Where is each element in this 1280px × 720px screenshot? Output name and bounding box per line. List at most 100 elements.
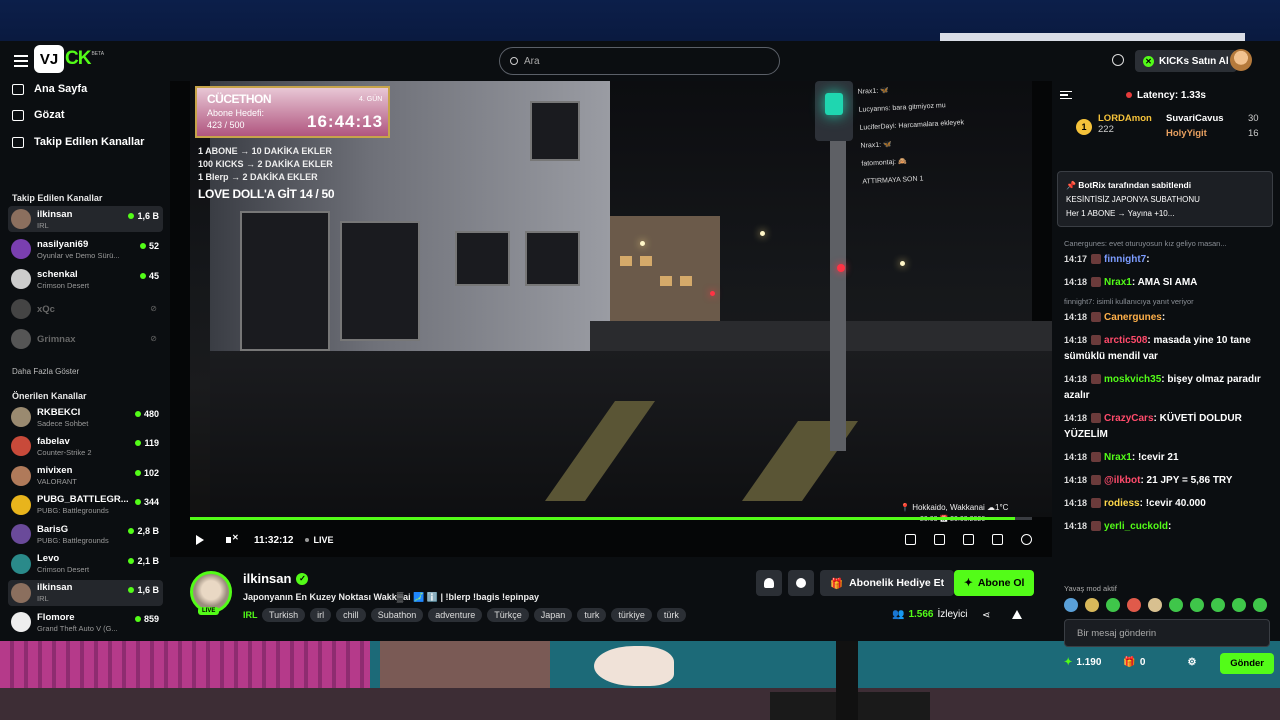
chat-input[interactable]: Bir mesaj gönderin	[1064, 619, 1270, 647]
send-button[interactable]: Gönder	[1220, 653, 1274, 674]
user-avatar[interactable]	[1230, 49, 1252, 71]
chat-message[interactable]: 14:18 moskvich35: bişey olmaz paradır aza…	[1064, 371, 1276, 404]
channel-item[interactable]: ilkinsan IRL 1,6 B	[8, 579, 163, 606]
emote-icon[interactable]	[1211, 598, 1225, 612]
pinned-message[interactable]: 📌 BotRix tarafından sabitlendi KESİNTİSİ…	[1057, 171, 1273, 227]
pip-icon[interactable]	[905, 534, 916, 545]
tag-chip[interactable]: adventure	[428, 608, 483, 622]
message-user[interactable]: rodiess	[1104, 498, 1140, 509]
viewer-count-text: 119	[144, 438, 159, 449]
live-indicator[interactable]: LIVE	[305, 535, 334, 545]
nav-item[interactable]: Ana Sayfa	[12, 83, 87, 95]
chat-message[interactable]: 14:18 CrazyCars: KÜVETİ DOLDUR YÜZELİM	[1064, 410, 1276, 443]
menu-icon[interactable]	[14, 55, 28, 67]
channel-name: ilkinsan	[37, 582, 73, 594]
play-icon[interactable]	[196, 535, 204, 545]
tag-chip[interactable]: Subathon	[370, 608, 424, 622]
report-icon[interactable]	[1012, 610, 1022, 619]
emote-icon[interactable]	[1232, 598, 1246, 612]
tag-chip[interactable]: turk	[577, 608, 607, 622]
buy-kicks-button[interactable]: ✕ KICKs Satın Al	[1135, 50, 1237, 72]
channel-item[interactable]: schenkal Crimson Desert 45	[8, 266, 163, 292]
channel-item[interactable]: Grimnax ⊘	[8, 326, 163, 352]
message-user[interactable]: finnight7	[1104, 254, 1146, 265]
emote-icon[interactable]	[1169, 598, 1183, 612]
kicks-balance-icon[interactable]: ✦	[1064, 657, 1072, 668]
message-user[interactable]: Nrax1	[1104, 452, 1132, 463]
leader-3[interactable]: HolyYigit 16	[1166, 128, 1259, 139]
chat-message[interactable]: 14:18 Nrax1: !cevir 21	[1064, 449, 1276, 466]
video-progress-bar[interactable]	[190, 517, 1032, 520]
tag-chip[interactable]: türk	[656, 608, 686, 622]
chat-message[interactable]: 14:18 arctic508: masada yine 10 tane sümü…	[1064, 332, 1276, 365]
kick-logo[interactable]: VJ CK BETA	[34, 45, 104, 73]
gift-box-icon[interactable]: 🎁	[1123, 657, 1135, 668]
message-user[interactable]: yerli_cuckold	[1104, 521, 1168, 532]
leader-2[interactable]: SuvariCavus 30	[1166, 113, 1259, 124]
message-user[interactable]: moskvich35	[1104, 374, 1161, 385]
emote-icon[interactable]	[1253, 598, 1267, 612]
leader-1[interactable]: LORDAmon 222	[1098, 113, 1152, 135]
message-user[interactable]: CrazyCars	[1104, 413, 1153, 424]
channel-info: ilkinsan IRL	[37, 209, 129, 230]
emote-icon[interactable]	[1085, 598, 1099, 612]
streamer-name[interactable]: ilkinsan ✓	[243, 571, 309, 586]
share-icon[interactable]: ⋖	[982, 610, 990, 621]
chat-message[interactable]: 14:18 @ilkbot: 21 JPY = 5,86 TRY	[1064, 472, 1276, 489]
emote-icon[interactable]	[1127, 598, 1141, 612]
mute-icon[interactable]	[226, 533, 239, 545]
chat-message[interactable]: 14:18 rodiess: !cevir 40.000	[1064, 495, 1276, 512]
tag-chip[interactable]: Turkish	[262, 608, 306, 622]
channel-item[interactable]: mivixen VALORANT 102	[8, 463, 163, 489]
tag-chip[interactable]: Türkçe	[487, 608, 529, 622]
tag-chip[interactable]: irl	[310, 608, 332, 622]
chat-message[interactable]: 14:18 yerli_cuckold:	[1064, 518, 1276, 535]
emote-icon[interactable]	[1064, 598, 1078, 612]
notification-bell-button[interactable]	[756, 570, 782, 596]
nav-item[interactable]: Takip Edilen Kanallar	[12, 136, 144, 148]
category-link[interactable]: IRL	[243, 610, 258, 620]
nav-label: Takip Edilen Kanallar	[34, 136, 145, 148]
tag-chip[interactable]: türkiye	[611, 608, 652, 622]
tag-chip[interactable]: Japan	[533, 608, 573, 622]
channel-item[interactable]: nasilyani69 Oyunlar ve Demo Sürü... 52	[8, 236, 163, 262]
message-time: 14:18	[1064, 312, 1088, 322]
search-input[interactable]	[524, 55, 744, 67]
clip-icon[interactable]	[934, 534, 945, 545]
follow-button[interactable]	[788, 570, 814, 596]
channel-item[interactable]: BarisG PUBG: Battlegrounds 2,8 B	[8, 521, 163, 547]
channel-item[interactable]: Levo Crimson Desert 2,1 B	[8, 551, 163, 577]
latency-text: Latency: 1.33s	[1137, 89, 1206, 101]
tag-chip[interactable]: chill	[336, 608, 366, 622]
settings-icon[interactable]	[1021, 534, 1032, 545]
message-user[interactable]: Canergunes	[1104, 312, 1162, 323]
message-user[interactable]: Nrax1	[1104, 277, 1132, 288]
chat-settings-icon[interactable]: ⚙	[1187, 657, 1196, 668]
channel-item[interactable]: PUBG_BATTLEGR... PUBG: Battlegrounds 344	[8, 492, 163, 518]
video-player[interactable]: CÜCETHON Abone Hedefi: 423 / 500 4. GÜN …	[170, 81, 1052, 557]
channel-item[interactable]: Flomore Grand Theft Auto V (G... 859	[8, 609, 163, 635]
gift-sub-button[interactable]: 🎁 Abonelik Hediye Et	[820, 570, 955, 596]
search-bar[interactable]	[499, 47, 780, 75]
viewer-count-text: 2,1 B	[137, 555, 159, 566]
channel-item[interactable]: RKBEKCI Sadece Sohbet 480	[8, 404, 163, 430]
chat-message[interactable]: 14:18 Canergunes:	[1064, 309, 1276, 326]
chat-message[interactable]: 14:18 Nrax1: AMA SI AMA	[1064, 274, 1276, 291]
channel-name: RKBEKCI	[37, 406, 81, 418]
channel-item[interactable]: fabelav Counter-Strike 2 119	[8, 433, 163, 459]
emote-icon[interactable]	[1148, 598, 1162, 612]
nav-item[interactable]: Gözat	[12, 109, 65, 121]
channel-item[interactable]: xQc ⊘	[8, 296, 163, 322]
chat-message[interactable]: 14:17 finnight7:	[1064, 251, 1276, 268]
subscribe-button[interactable]: ✦ Abone Ol	[954, 570, 1035, 596]
channel-item[interactable]: ilkinsan IRL 1,6 B	[8, 206, 163, 232]
emote-icon[interactable]	[1190, 598, 1204, 612]
channel-category: IRL	[37, 220, 49, 230]
fullscreen-icon[interactable]	[992, 534, 1003, 545]
emote-icon[interactable]	[1106, 598, 1120, 612]
theater-icon[interactable]	[963, 534, 974, 545]
message-user[interactable]: @ilkbot	[1104, 475, 1140, 486]
message-user[interactable]: arctic508	[1104, 335, 1147, 346]
notifications-icon[interactable]	[1112, 54, 1124, 66]
show-more-link[interactable]: Daha Fazla Göster	[12, 367, 79, 376]
